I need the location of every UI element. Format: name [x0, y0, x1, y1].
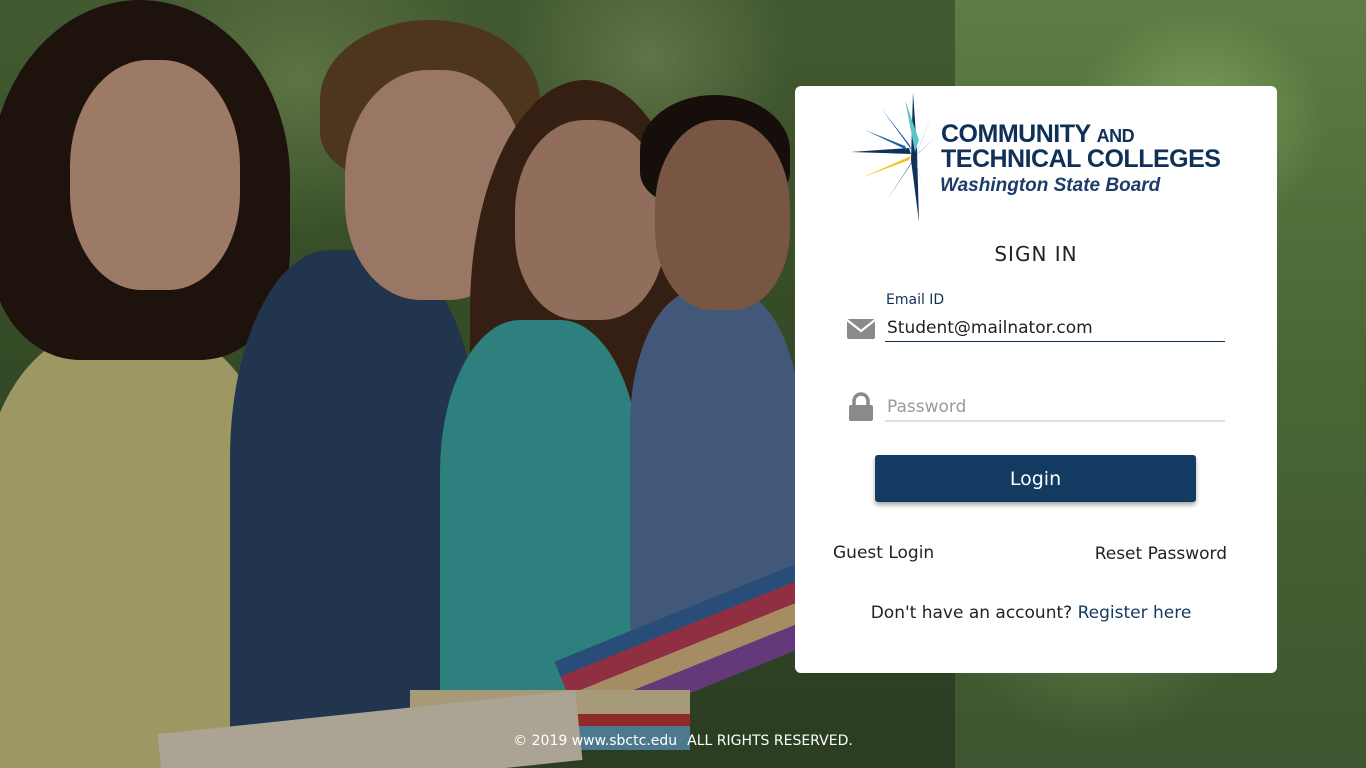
- envelope-icon: [846, 318, 876, 344]
- password-field[interactable]: [885, 394, 1225, 422]
- register-link[interactable]: Register here: [1078, 603, 1192, 623]
- logo-text-line2: TECHNICAL COLLEGES: [941, 145, 1221, 173]
- footer-rights: ALL RIGHTS RESERVED.: [687, 733, 853, 749]
- star-burst-icon: [851, 92, 935, 222]
- lock-icon: [847, 392, 875, 426]
- email-field[interactable]: [885, 314, 1225, 342]
- logo-text-line3: Washington State Board: [940, 175, 1161, 196]
- register-prompt-text: Don't have an account?: [870, 603, 1073, 623]
- email-label: Email ID: [886, 292, 945, 308]
- footer-copyright: © 2019 www.sbctc.edu: [513, 733, 678, 749]
- reset-password-link[interactable]: Reset Password: [1095, 544, 1227, 564]
- footer: © 2019 www.sbctc.edu ALL RIGHTS RESERVED.: [0, 733, 1366, 749]
- guest-login-link[interactable]: Guest Login: [833, 543, 934, 563]
- login-card: COMMUNITY AND TECHNICAL COLLEGES Washing…: [795, 86, 1277, 673]
- register-prompt: Don't have an account? Register here: [795, 603, 1267, 623]
- sbctc-logo: COMMUNITY AND TECHNICAL COLLEGES Washing…: [847, 90, 1227, 224]
- login-button[interactable]: Login: [875, 455, 1196, 502]
- page-title: SIGN IN: [994, 242, 1078, 266]
